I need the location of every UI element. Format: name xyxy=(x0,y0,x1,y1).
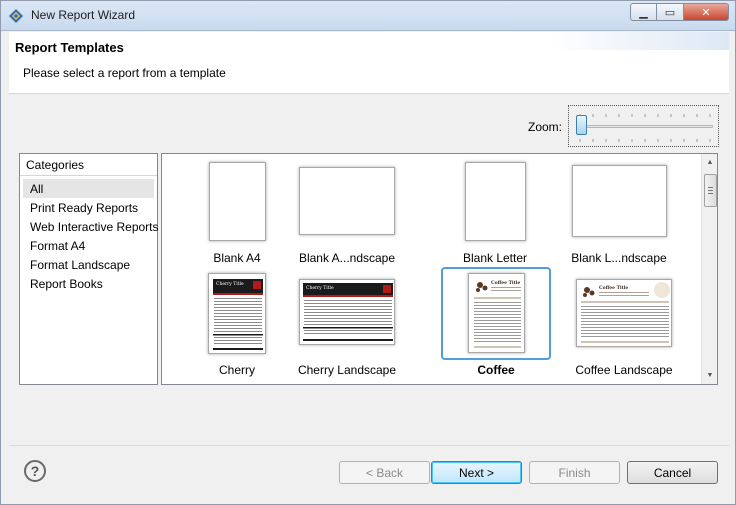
category-item-format-a4[interactable]: Format A4 xyxy=(23,236,154,255)
minimize-button[interactable]: ▁ xyxy=(630,3,657,21)
zoom-label: Zoom: xyxy=(528,120,563,134)
arrow-up-icon: ▲ xyxy=(706,159,714,166)
page-subtitle: Please select a report from a template xyxy=(23,66,226,80)
minimize-icon: ▁ xyxy=(639,6,648,19)
category-item-print-ready[interactable]: Print Ready Reports xyxy=(23,198,154,217)
scroll-up-button[interactable]: ▲ xyxy=(702,154,717,171)
template-thumbnail xyxy=(571,165,667,237)
page-title: Report Templates xyxy=(15,40,124,55)
wizard-window: New Report Wizard ▁ ▭ ✕ Report Templates… xyxy=(0,0,736,505)
cancel-button[interactable]: Cancel xyxy=(627,461,718,484)
wizard-header: Report Templates Please select a report … xyxy=(9,32,729,94)
cancel-button-label: Cancel xyxy=(653,465,692,480)
finish-button[interactable]: Finish xyxy=(529,461,620,484)
next-button[interactable]: Next > xyxy=(431,461,522,484)
templates-scrollbar[interactable]: ▲ ▼ xyxy=(701,154,717,384)
footer-separator xyxy=(9,445,729,446)
zoom-thumb[interactable] xyxy=(576,115,587,135)
app-icon xyxy=(8,8,24,24)
template-label: Coffee xyxy=(477,363,515,377)
maximize-icon: ▭ xyxy=(664,6,676,19)
categories-header: Categories xyxy=(20,154,157,176)
template-label: Blank A...ndscape xyxy=(298,251,396,265)
thumb-title: Coffee Title xyxy=(491,280,520,286)
template-thumbnail xyxy=(299,167,395,235)
category-item-report-books[interactable]: Report Books xyxy=(23,274,154,293)
back-button-label: < Back xyxy=(365,465,404,480)
arrow-down-icon: ▼ xyxy=(706,372,714,379)
maximize-button[interactable]: ▭ xyxy=(657,3,684,21)
scroll-thumb[interactable] xyxy=(704,174,717,207)
zoom-track[interactable] xyxy=(577,125,713,128)
thumb-title: Coffee Title xyxy=(599,285,628,291)
category-item-all[interactable]: All xyxy=(23,179,154,198)
scroll-down-button[interactable]: ▼ xyxy=(702,367,717,384)
template-label: Cherry Landscape xyxy=(297,363,397,377)
category-item-web-interactive[interactable]: Web Interactive Reports xyxy=(23,217,159,236)
template-thumbnail xyxy=(208,162,266,241)
thumb-title: Cherry Title xyxy=(306,285,334,291)
help-icon[interactable]: ? xyxy=(24,460,46,482)
templates-gallery: Blank A4 Blank A...ndscape Blank Letter … xyxy=(161,153,718,385)
header-decoration xyxy=(549,32,729,50)
template-label: Coffee Landscape xyxy=(575,363,673,377)
template-thumbnail xyxy=(464,162,526,241)
close-button[interactable]: ✕ xyxy=(684,3,729,21)
template-label: Blank L...ndscape xyxy=(571,251,667,265)
category-item-format-landscape[interactable]: Format Landscape xyxy=(23,255,154,274)
next-button-label: Next > xyxy=(458,465,494,480)
title-bar[interactable]: New Report Wizard ▁ ▭ ✕ xyxy=(1,1,735,31)
thumb-title: Cherry Title xyxy=(216,281,244,287)
zoom-ticks xyxy=(579,114,711,142)
template-thumbnail: Coffee Title xyxy=(576,279,672,347)
close-icon: ✕ xyxy=(701,6,711,19)
zoom-slider[interactable] xyxy=(568,105,719,147)
back-button[interactable]: < Back xyxy=(339,461,430,484)
template-thumbnail: Cherry Title xyxy=(208,273,266,354)
template-thumbnail: Coffee Title xyxy=(467,273,525,353)
window-title: New Report Wizard xyxy=(31,8,136,22)
categories-list: Categories All Print Ready Reports Web I… xyxy=(19,153,159,385)
template-label: Blank Letter xyxy=(462,251,528,265)
finish-button-label: Finish xyxy=(558,465,591,480)
template-thumbnail: Cherry Title xyxy=(299,279,395,345)
